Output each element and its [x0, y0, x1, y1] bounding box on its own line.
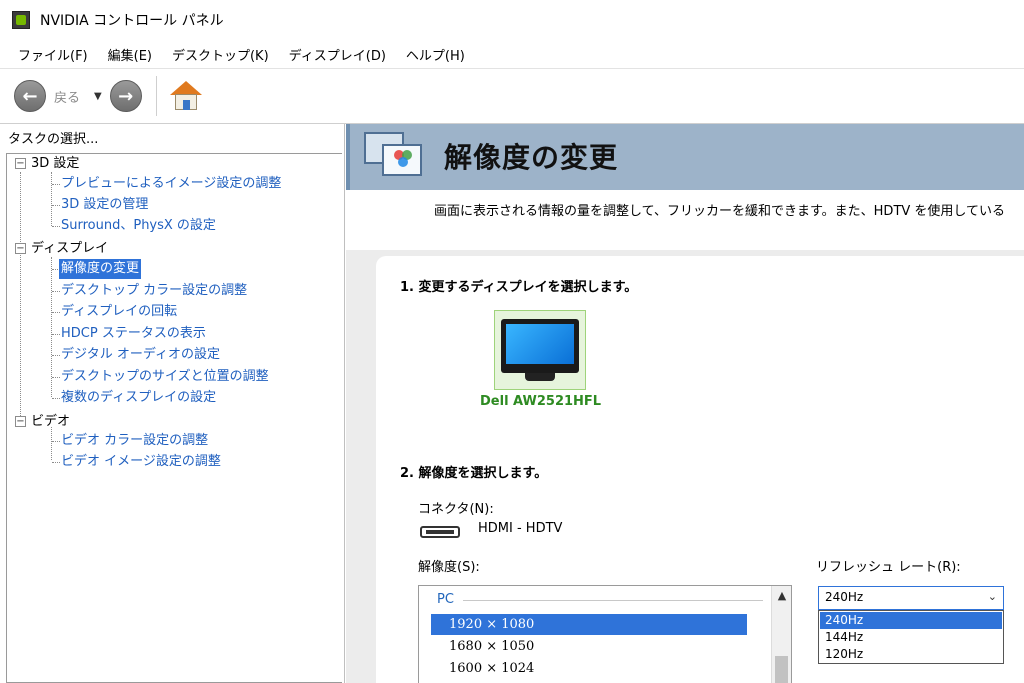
menu-display[interactable]: ディスプレイ(D) [279, 45, 396, 64]
monitor-icon [501, 319, 579, 373]
tree-item-surround-physx[interactable]: Surround、PhysX の設定 [61, 216, 216, 236]
tree-item-video-color[interactable]: ビデオ カラー設定の調整 [61, 431, 208, 451]
forward-button[interactable]: → [109, 80, 142, 112]
tree-item-manage-3d[interactable]: 3D 設定の管理 [61, 195, 148, 215]
hdmi-connector-icon [420, 526, 460, 538]
tree-category-video[interactable]: ビデオ [31, 412, 70, 432]
description-area: 画面に表示される情報の量を調整して、フリッカーを緩和できます。また、HDTV を… [346, 190, 1024, 250]
refresh-option[interactable]: 240Hz [820, 612, 1002, 629]
connector-label: コネクタ(N): [418, 502, 494, 517]
display-name[interactable]: Dell AW2521HFL [480, 394, 601, 409]
resolution-option[interactable]: 1600 × 1024 [431, 658, 747, 679]
nvidia-app-icon [12, 11, 30, 29]
refresh-option[interactable]: 120Hz [820, 646, 1002, 663]
tree-line [51, 257, 52, 397]
task-panel-header: タスクの選択... [8, 132, 99, 147]
tree-category-3d-settings[interactable]: 3D 設定 [31, 154, 79, 174]
tree-item-video-image[interactable]: ビデオ イメージ設定の調整 [61, 452, 221, 472]
step1-heading: 1. 変更するディスプレイを選択します。 [400, 280, 638, 295]
menu-file[interactable]: ファイル(F) [8, 45, 98, 64]
arrow-left-icon: ← [22, 85, 38, 107]
tree-item-desktop-size-position[interactable]: デスクトップのサイズと位置の調整 [61, 367, 269, 387]
page-header: 解像度の変更 [346, 124, 1024, 190]
resolution-group-label: PC [437, 592, 454, 607]
toolbar-separator [155, 76, 157, 116]
tree-item-multiple-displays[interactable]: 複数のディスプレイの設定 [61, 388, 216, 408]
collapse-icon[interactable]: − [15, 243, 26, 254]
title-bar: NVIDIA コントロール パネル [0, 0, 1024, 40]
task-tree[interactable]: − 3D 設定 プレビューによるイメージ設定の調整 3D 設定の管理 Surro… [6, 153, 342, 683]
toolbar: ← 戻る ▼ → [0, 68, 1024, 124]
back-button[interactable]: ← [14, 80, 46, 112]
tree-item-change-resolution[interactable]: 解像度の変更 [59, 259, 142, 279]
chevron-up-icon[interactable]: ▲ [772, 586, 792, 606]
menu-bar: ファイル(F) 編集(E) デスクトップ(K) ディスプレイ(D) ヘルプ(H) [0, 40, 1024, 68]
history-dropdown-icon[interactable]: ▼ [94, 91, 102, 102]
resolution-label: 解像度(S): [418, 560, 480, 575]
refresh-rate-dropdown[interactable]: 240Hz 144Hz 120Hz [818, 610, 1004, 664]
home-icon[interactable] [169, 79, 203, 113]
tree-category-display[interactable]: ディスプレイ [31, 239, 108, 259]
resolution-list[interactable]: PC 1920 × 1080 1680 × 1050 1600 × 1024 ▲ [418, 585, 792, 683]
window-title: NVIDIA コントロール パネル [40, 13, 224, 29]
page-description: 画面に表示される情報の量を調整して、フリッカーを緩和できます。また、HDTV を… [434, 204, 1006, 219]
resolution-option[interactable]: 1680 × 1050 [431, 636, 747, 657]
tree-item-rotate-display[interactable]: ディスプレイの回転 [61, 302, 177, 322]
connector-value: HDMI - HDTV [478, 521, 563, 536]
content-panel: 解像度の変更 画面に表示される情報の量を調整して、フリッカーを緩和できます。また… [346, 124, 1024, 683]
collapse-icon[interactable]: − [15, 416, 26, 427]
menu-desktop[interactable]: デスクトップ(K) [162, 45, 279, 64]
refresh-option[interactable]: 144Hz [820, 629, 1002, 646]
page-title: 解像度の変更 [444, 141, 619, 174]
resolution-scrollbar[interactable]: ▲ [771, 586, 791, 683]
collapse-icon[interactable]: − [15, 158, 26, 169]
scroll-thumb[interactable] [775, 656, 788, 683]
chevron-down-icon: ⌄ [987, 590, 997, 603]
refresh-rate-value: 240Hz [825, 590, 864, 604]
tree-line [51, 172, 52, 226]
menu-edit[interactable]: 編集(E) [98, 45, 162, 64]
display-settings-icon [364, 130, 426, 186]
refresh-rate-select[interactable]: 240Hz ⌄ [818, 586, 1004, 610]
tree-item-image-preview[interactable]: プレビューによるイメージ設定の調整 [61, 174, 281, 194]
task-panel: タスクの選択... − 3D 設定 プレビューによるイメージ設定の調整 3D 設… [0, 124, 345, 683]
resolution-option[interactable]: 1920 × 1080 [431, 614, 747, 635]
tree-item-hdcp-status[interactable]: HDCP ステータスの表示 [61, 324, 206, 344]
back-label: 戻る [54, 90, 81, 106]
tree-item-desktop-color[interactable]: デスクトップ カラー設定の調整 [61, 281, 247, 301]
step2-heading: 2. 解像度を選択します。 [400, 466, 548, 481]
refresh-rate-label: リフレッシュ レート(R): [816, 560, 961, 575]
tree-item-digital-audio[interactable]: デジタル オーディオの設定 [61, 345, 220, 365]
menu-help[interactable]: ヘルプ(H) [396, 45, 475, 64]
tree-line [20, 172, 21, 420]
arrow-right-icon: → [118, 85, 134, 107]
display-tile[interactable] [494, 310, 586, 390]
